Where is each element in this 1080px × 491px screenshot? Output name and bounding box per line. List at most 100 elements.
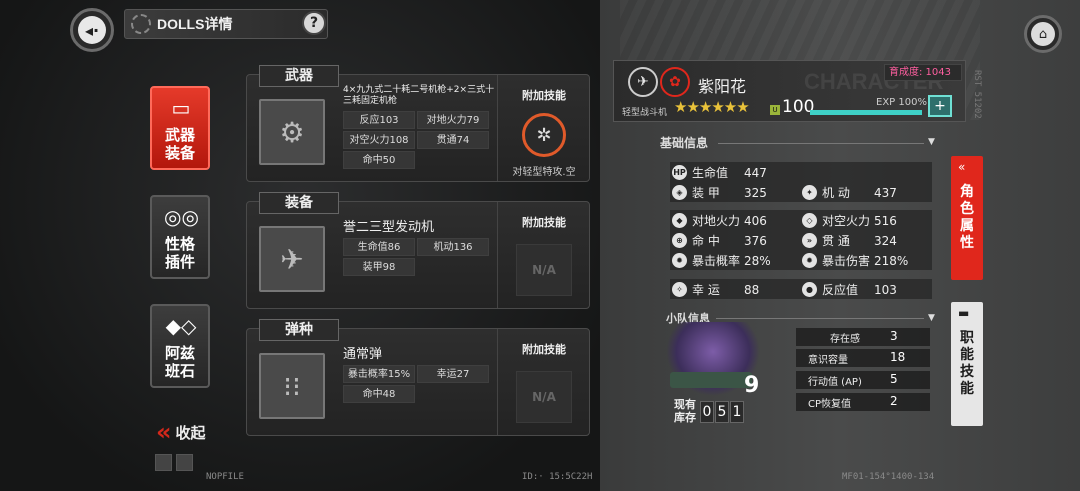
double-chevron-left-icon: «: [958, 160, 966, 174]
gear-skill-box[interactable]: 附加技能 N/A: [497, 202, 590, 308]
tab-role-skills[interactable]: ▬ 职能技能: [951, 302, 983, 426]
dropdown-arrow-icon[interactable]: ▼: [928, 313, 935, 323]
squad-row-presence: 存在感 3: [796, 328, 930, 346]
luck-icon: ✧: [672, 282, 687, 297]
ammo-skill-empty: N/A: [516, 371, 572, 423]
attr-value: 325: [744, 185, 767, 200]
tab-role-skills-label: 职能技能: [960, 330, 974, 397]
squad-row-cp: CP恢复值 2: [796, 393, 930, 411]
attr-label: 贯 通: [822, 234, 850, 248]
home-icon: ⌂: [1031, 22, 1055, 46]
squad-row-ap: 行动值 (AP) 5: [796, 371, 930, 389]
weapon-name: 4×九九式二十耗二号机枪+2×三式十三耗固定机枪: [343, 85, 495, 106]
ammo-skill-header: 附加技能: [522, 343, 566, 356]
help-button[interactable]: ?: [302, 11, 326, 35]
attr-crit-damage: ✹ 暴击伤害 218%: [802, 252, 932, 269]
attr-value: 447: [744, 165, 767, 180]
tab-personality-plugin[interactable]: ◎◎ 性格 插件: [150, 195, 210, 279]
stock-label: 现有库存: [674, 398, 696, 424]
air-fire-icon: ◇: [802, 213, 817, 228]
gear-stat: 装甲98: [343, 258, 415, 276]
gear-stat: 生命值86: [343, 238, 415, 256]
attr-reaction: ● 反应值 103: [802, 281, 932, 298]
attr-crit-rate: ✹ 暴击概率 28%: [672, 252, 802, 269]
armor-icon: ◈: [672, 185, 687, 200]
weapon-stat: 命中50: [343, 151, 415, 169]
attr-armor: ◈ 装 甲 325: [672, 184, 802, 201]
dropdown-arrow-icon[interactable]: ▼: [928, 137, 935, 147]
ammo-skill-box[interactable]: 附加技能 N/A: [497, 329, 590, 435]
page-title-bar: DOLLS详情: [124, 9, 328, 39]
stock-digit: 1: [730, 401, 744, 423]
attr-label: 命 中: [692, 234, 720, 248]
attr-label: 暴击伤害: [822, 254, 871, 268]
gear-stat: 机动136: [417, 238, 489, 256]
level-up-button[interactable]: +: [928, 95, 952, 117]
dice-icon: ◆◇: [165, 314, 197, 338]
exp-label: EXP 100%: [876, 97, 927, 108]
gear-icon: [131, 14, 151, 34]
tab-character-attributes[interactable]: « 角色属性: [951, 156, 983, 280]
accuracy-icon: ⊕: [672, 233, 687, 248]
attr-label: 生命值: [692, 166, 729, 180]
exp-bar-fill: [810, 110, 922, 115]
gear-name: 誉二三型发动机: [343, 220, 435, 235]
crit-rate-icon: ✹: [672, 253, 687, 268]
indicator-square: [155, 454, 172, 471]
squad-row-value: 3: [890, 329, 898, 343]
attr-accuracy: ⊕ 命 中 376: [672, 232, 802, 249]
gears-icon: ◎◎: [164, 205, 199, 229]
squad-row-value: 2: [890, 394, 898, 408]
level-badge: U: [770, 105, 780, 115]
character-type: 轻型战斗机: [622, 108, 668, 118]
footer-code-left: NOPFILE: [206, 472, 244, 482]
anti-light-skill-icon: ✲: [522, 113, 566, 157]
minus-icon: ▬: [958, 306, 970, 320]
collapse-button[interactable]: « 收起: [156, 418, 206, 446]
tab-personality-plugin-label: 性格 插件: [164, 235, 195, 271]
squad-row-value: 18: [890, 350, 906, 364]
tab-azban-stone[interactable]: ◆◇ 阿兹 班石: [150, 304, 210, 388]
reaction-icon: ●: [802, 282, 817, 297]
gear-thumbnail[interactable]: ✈: [259, 226, 325, 292]
weapon-skill-box[interactable]: 附加技能 ✲ 对轻型特攻.空: [497, 75, 590, 181]
vertical-code: RST 51202: [972, 70, 982, 119]
weapon-stat: 反应103: [343, 111, 415, 129]
squad-row-label: CP恢复值: [808, 399, 852, 410]
squad-count: 9: [744, 373, 760, 398]
faction-emblem-icon: ✿: [660, 67, 690, 97]
attr-value: 88: [744, 282, 760, 297]
hp-icon: HP: [672, 165, 687, 180]
attr-value: 28%: [744, 253, 771, 268]
basic-info-title: 基础信息: [660, 136, 709, 150]
tab-azban-stone-label: 阿兹 班石: [164, 344, 195, 380]
ammo-category-label: 弹种: [259, 319, 339, 341]
footer-code-right: MF01-154°1400-134: [842, 472, 935, 482]
attr-value: 516: [874, 213, 897, 228]
attr-value: 376: [744, 233, 767, 248]
stock-digit: 5: [715, 401, 729, 423]
collapse-label: 收起: [175, 423, 206, 442]
weapon-panel[interactable]: 武器 ⚙ 4×九九式二十耗二号机枪+2×三式十三耗固定机枪 反应103 对地火力…: [246, 65, 590, 182]
tab-weapon-equipment[interactable]: ▭ 武器 装备: [150, 86, 210, 170]
home-button[interactable]: ⌂: [1024, 15, 1062, 53]
crit-damage-icon: ✹: [802, 253, 817, 268]
weapon-stat: 对地火力79: [417, 111, 489, 129]
attr-air-fire: ◇ 对空火力 516: [802, 212, 932, 229]
double-chevron-left-icon: «: [156, 418, 171, 446]
weapon-skill-header: 附加技能: [522, 89, 566, 102]
squad-row-label: 行动值 (AP): [808, 377, 862, 388]
gear-category-label: 装备: [259, 192, 339, 214]
weapon-thumbnail[interactable]: ⚙: [259, 99, 325, 165]
ammo-thumbnail[interactable]: ⁝⁝: [259, 353, 325, 419]
squad-row-label: 存在感: [830, 334, 860, 345]
weapon-category-label: 武器: [259, 65, 339, 87]
ground-fire-icon: ◆: [672, 213, 687, 228]
back-button[interactable]: ◂·: [70, 8, 114, 52]
ammo-panel[interactable]: 弹种 ⁝⁝ 通常弹 暴击概率15% 幸运27 命中48 附加技能 N/A: [246, 319, 590, 436]
attr-mobility: ✦ 机 动 437: [802, 184, 932, 201]
gear-panel[interactable]: 装备 ✈ 誉二三型发动机 生命值86 机动136 装甲98 附加技能 N/A: [246, 192, 590, 309]
tab-weapon-equipment-label: 武器 装备: [164, 126, 195, 162]
gear-skill-header: 附加技能: [522, 216, 566, 229]
attr-value: 437: [874, 185, 897, 200]
